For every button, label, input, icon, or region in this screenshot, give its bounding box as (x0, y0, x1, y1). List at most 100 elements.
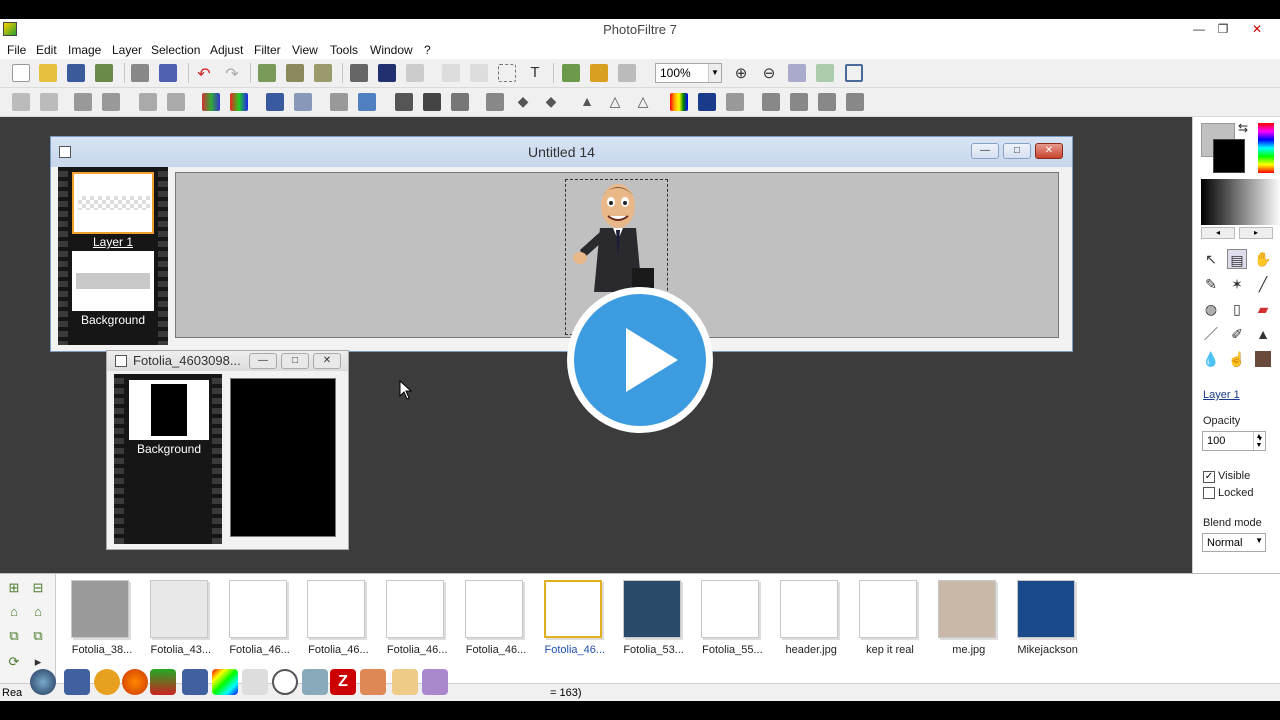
layer-label-background[interactable]: Background (72, 313, 154, 327)
file-thumbnail[interactable]: header.jpg (771, 578, 849, 658)
menu-window[interactable]: Window (370, 43, 413, 57)
soften-icon[interactable] (423, 93, 441, 111)
minimize-button[interactable]: — (1186, 19, 1212, 39)
eraser-tool-icon[interactable]: ▰ (1253, 299, 1273, 319)
selection-icon[interactable] (498, 64, 516, 82)
layer-thumb-background[interactable] (72, 251, 154, 311)
app-icon-2[interactable] (94, 669, 120, 695)
refresh-icon[interactable]: ⟳ (6, 654, 22, 670)
eyedropper-tool-icon[interactable]: ✎ (1201, 274, 1221, 294)
file-thumbnail[interactable]: Fotolia_46... (220, 578, 298, 658)
scan-icon[interactable] (159, 64, 177, 82)
firefox-icon[interactable] (122, 669, 148, 695)
image-canvas-2[interactable] (230, 378, 336, 537)
open-folder-icon[interactable] (39, 64, 57, 82)
menu-view[interactable]: View (292, 43, 318, 57)
gradient-preview[interactable] (1201, 179, 1280, 225)
gradient-prev-button[interactable]: ◂ (1201, 227, 1235, 239)
save-as-icon[interactable] (95, 64, 113, 82)
layer-manager-icon[interactable] (562, 64, 580, 82)
file-thumbnail[interactable]: kep it real (850, 578, 928, 658)
doc-minimize-button[interactable]: — (971, 143, 999, 159)
help-app-icon-2[interactable] (182, 669, 208, 695)
file-preview[interactable] (1016, 580, 1075, 638)
drop2-icon[interactable]: ◆ (542, 93, 560, 111)
file-thumbnail[interactable]: Mikejackson (1008, 578, 1086, 658)
sharpen-icon[interactable] (451, 93, 469, 111)
filezilla-icon[interactable]: Z (330, 669, 356, 695)
file-preview[interactable] (386, 580, 445, 638)
text-icon[interactable]: T (526, 64, 544, 82)
effects-icon[interactable] (590, 64, 608, 82)
file-thumbnail[interactable]: Fotolia_53... (614, 578, 692, 658)
saturation-minus-icon[interactable] (202, 93, 220, 111)
file-preview[interactable] (71, 580, 129, 638)
drop-icon[interactable]: ◆ (514, 93, 532, 111)
blur-tool-icon[interactable]: 💧 (1201, 349, 1221, 369)
zoom-select[interactable]: 100% ▼ (655, 63, 722, 83)
stamp-tool-icon[interactable]: ▲ (1253, 324, 1273, 344)
paste-new-icon[interactable] (314, 64, 332, 82)
app-icon-7[interactable] (242, 669, 268, 695)
file-thumbnail[interactable]: Fotolia_46... (298, 578, 376, 658)
text-frame-icon[interactable] (442, 64, 460, 82)
triangle2-icon[interactable]: △ (634, 93, 652, 111)
file-preview[interactable] (622, 580, 681, 638)
file-thumbnail[interactable]: Fotolia_46... (535, 578, 613, 658)
save-icon[interactable] (67, 64, 85, 82)
gamma-plus-icon[interactable] (294, 93, 312, 111)
clone-tool-icon[interactable] (1255, 351, 1271, 367)
file-preview[interactable] (465, 580, 523, 638)
contrast-minus-icon[interactable] (139, 93, 157, 111)
color-palette-strip[interactable] (1258, 123, 1274, 173)
text-block-icon[interactable] (470, 64, 488, 82)
clock-icon[interactable] (272, 669, 298, 695)
layer-thumb-layer1[interactable] (72, 172, 154, 234)
print-icon[interactable] (131, 64, 149, 82)
brightness-minus-icon[interactable] (74, 93, 92, 111)
advanced-brush-tool-icon[interactable]: ✐ (1227, 324, 1247, 344)
app-icon-13[interactable] (422, 669, 448, 695)
app-icon-4[interactable] (150, 669, 176, 695)
file-thumbnail[interactable]: Fotolia_46... (377, 578, 455, 658)
tree-icon[interactable]: ⊞ (6, 580, 22, 596)
redo-icon[interactable]: ↷ (223, 64, 241, 83)
sepia-icon[interactable] (358, 93, 376, 111)
brightness-plus-icon[interactable] (102, 93, 120, 111)
slideshow-icon[interactable] (618, 64, 636, 82)
doc2-close-button[interactable]: ✕ (313, 353, 341, 369)
image-size-icon[interactable] (350, 64, 368, 82)
gamma-minus-icon[interactable] (266, 93, 284, 111)
locked-checkbox[interactable] (1203, 487, 1215, 499)
copy-icon[interactable] (258, 64, 276, 82)
restore-button[interactable]: ❐ (1210, 19, 1236, 39)
help-app-icon[interactable] (64, 669, 90, 695)
copy-to-icon[interactable]: ⧉ (6, 628, 22, 644)
menu-edit[interactable]: Edit (36, 43, 57, 57)
folder-icon[interactable] (392, 669, 418, 695)
photofiltre-taskbar-icon[interactable] (212, 669, 238, 695)
file-preview[interactable] (149, 580, 208, 638)
menu-filter[interactable]: Filter (254, 43, 281, 57)
line-tool-icon[interactable]: ╱ (1253, 274, 1273, 294)
file-preview[interactable] (780, 580, 839, 638)
doc-maximize-button[interactable]: □ (1003, 143, 1031, 159)
flip-icon[interactable] (486, 93, 504, 111)
color-adjust-icon[interactable] (698, 93, 716, 111)
folder-alt-icon[interactable]: ⌂ (30, 604, 46, 620)
app-icon-11[interactable] (360, 669, 386, 695)
crop-icon[interactable] (406, 64, 424, 82)
canvas-size-icon[interactable] (378, 64, 396, 82)
selection-tool-icon[interactable]: ▤ (1227, 249, 1247, 269)
actual-size-icon[interactable] (816, 64, 834, 82)
new-file-icon[interactable] (12, 64, 30, 82)
magic-wand-tool-icon[interactable]: ✶ (1227, 274, 1247, 294)
layer-thumb-background-2[interactable] (129, 380, 209, 440)
file-preview[interactable] (307, 580, 366, 638)
visible-checkbox[interactable]: ✓ (1203, 471, 1215, 483)
paste-icon[interactable] (286, 64, 304, 82)
file-preview[interactable] (701, 580, 760, 638)
rotate-right-icon[interactable] (846, 93, 864, 111)
file-preview[interactable] (228, 580, 287, 638)
menu-adjust[interactable]: Adjust (210, 43, 243, 57)
